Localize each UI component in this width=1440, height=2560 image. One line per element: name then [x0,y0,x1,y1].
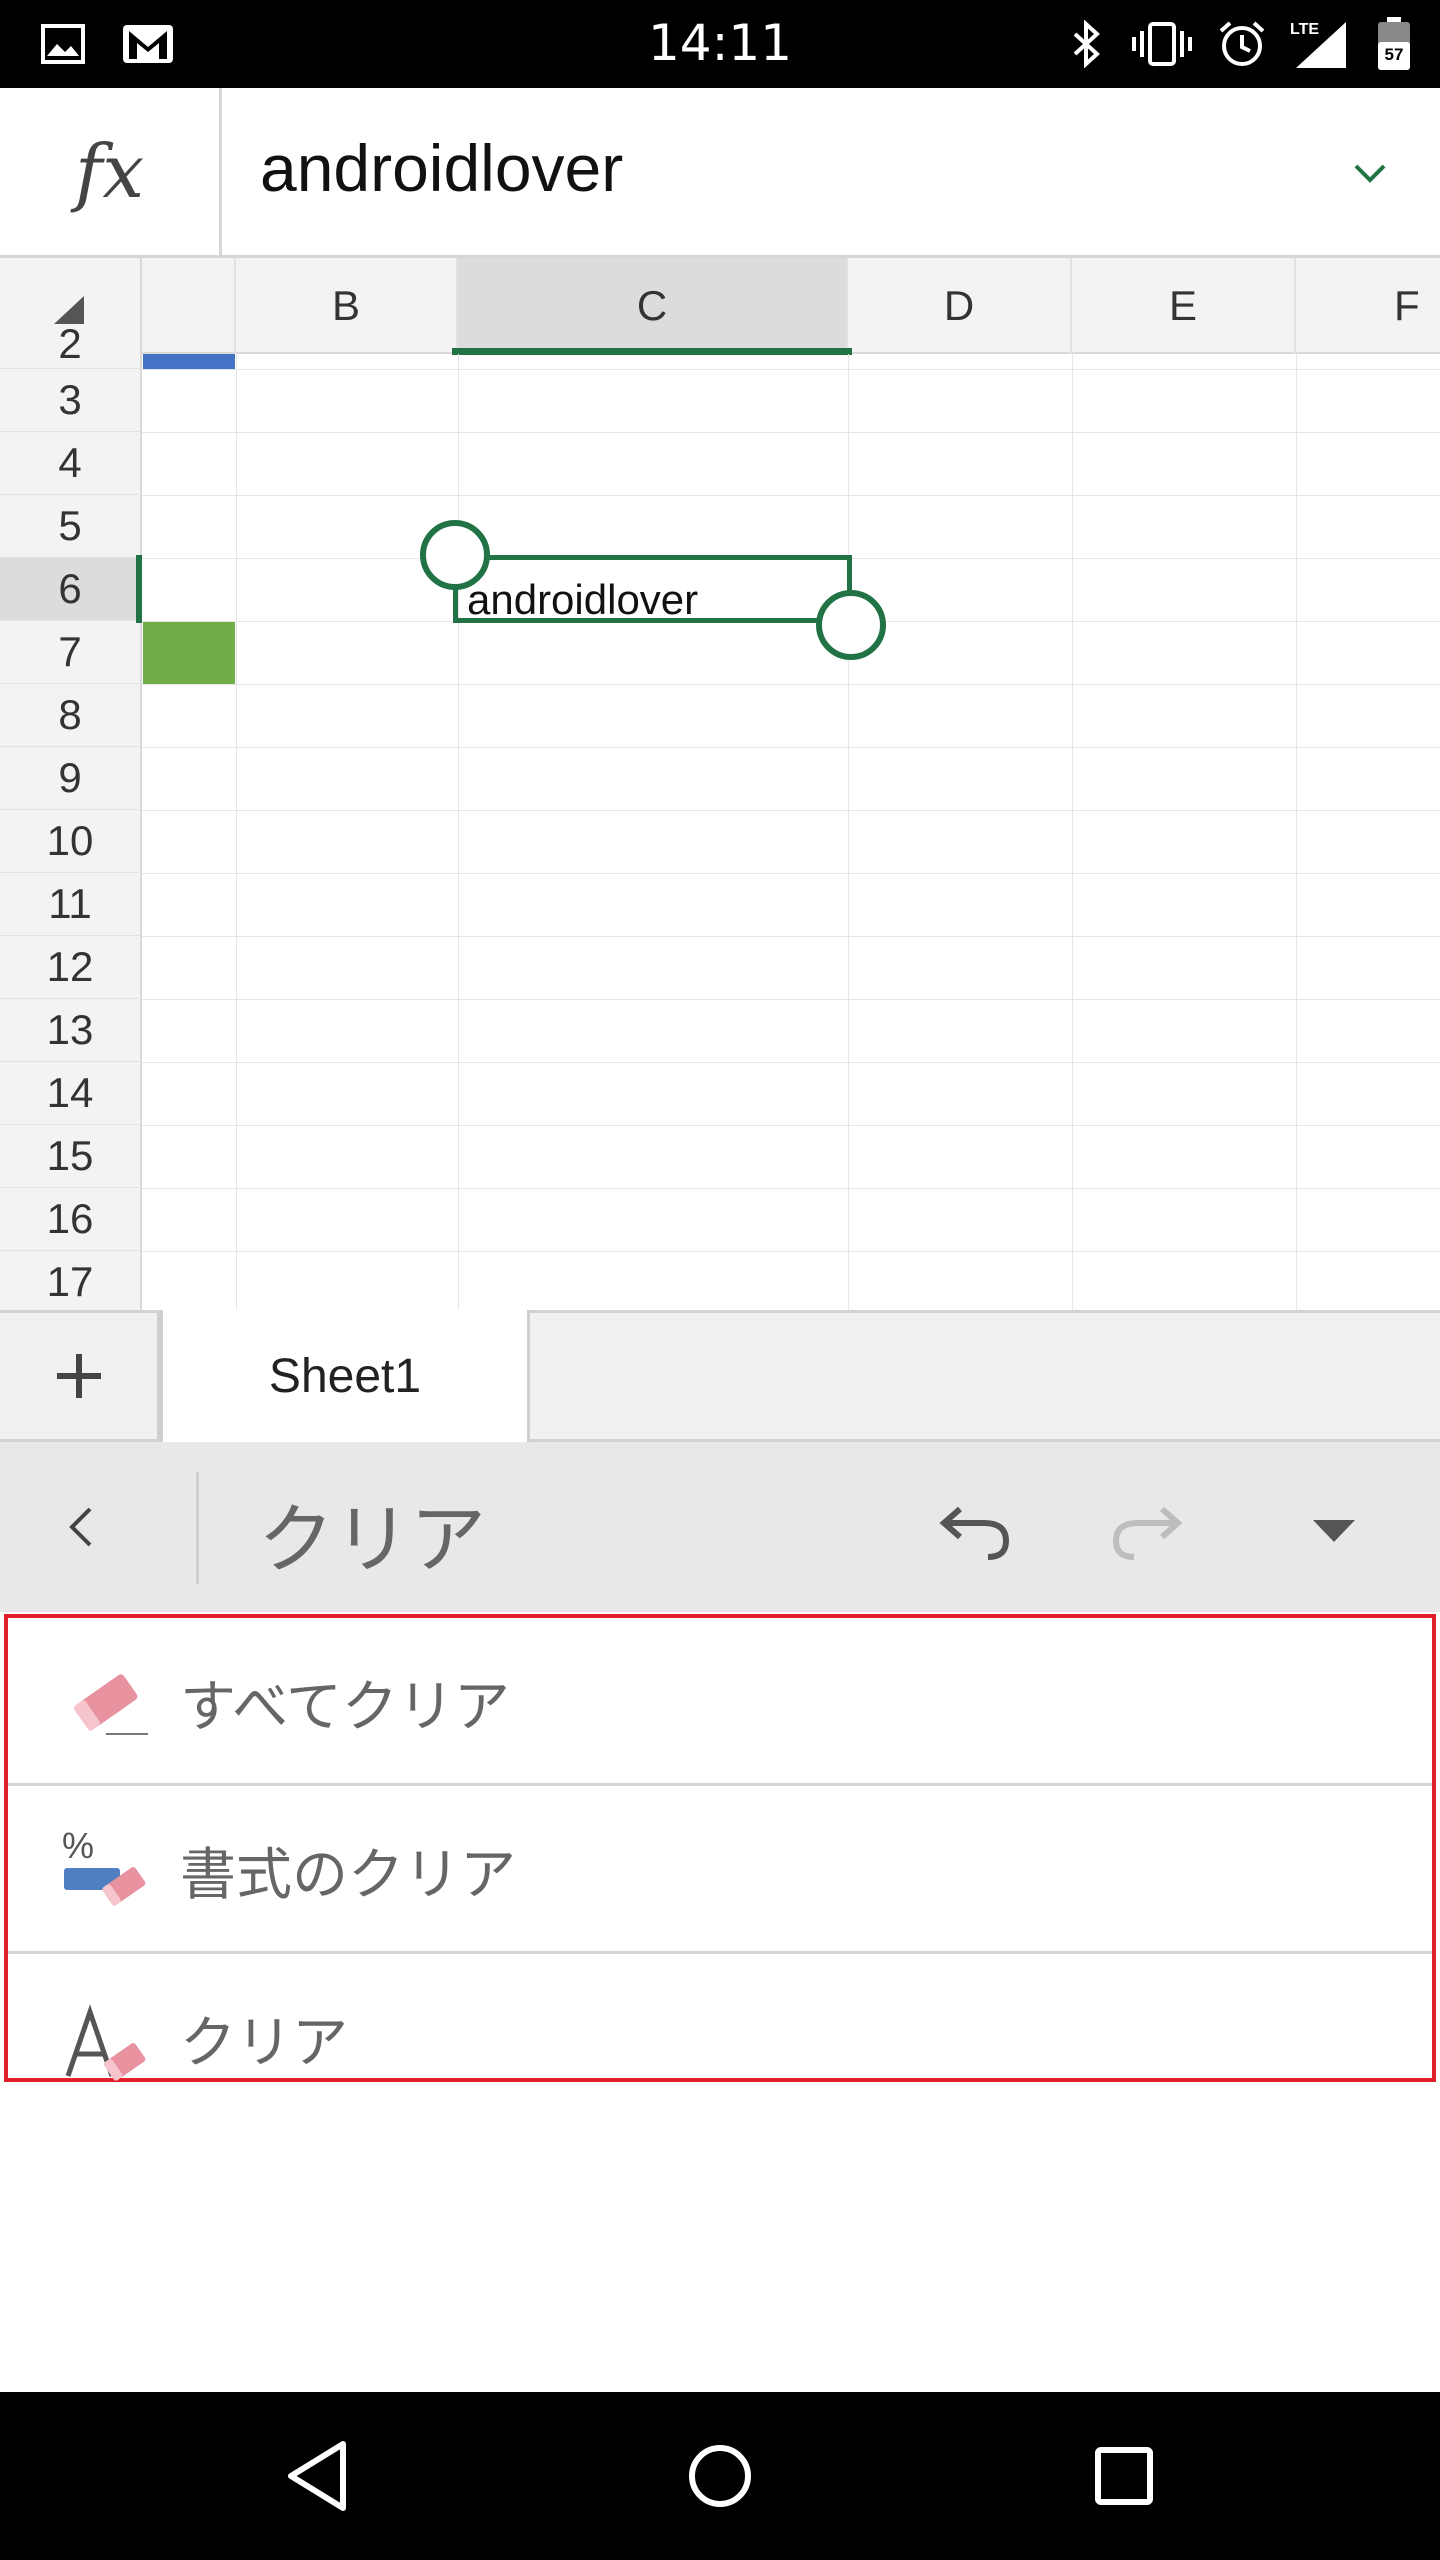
cell-a7-fill[interactable] [143,622,235,684]
menu-item-clear-contents[interactable]: クリア [8,1954,1432,2081]
redo-button[interactable] [1098,1482,1194,1578]
svg-text:%: % [62,1825,94,1866]
column-selection-indicator [452,348,852,355]
divider [196,1472,199,1584]
grid-line [142,1251,1440,1252]
row-header[interactable]: 4 [0,432,142,495]
undo-icon [939,1506,1010,1560]
battery-icon: 57 [1372,16,1416,72]
eraser-icon [62,1656,154,1748]
menu-item-label: 書式のクリア [180,1843,516,1908]
svg-text:LTE: LTE [1290,21,1319,38]
add-sheet-button[interactable] [0,1313,160,1439]
menu-item-label: クリア [180,2011,348,2076]
row-header[interactable]: 7 [0,621,142,684]
clear-format-icon: % [62,1824,154,1916]
menu-item-clear-format[interactable]: % 書式のクリア [8,1786,1432,1954]
grid-line [142,873,1440,874]
column-header-bar: B C D E F [0,258,1440,355]
column-header-c[interactable]: C [458,258,848,354]
grid-line [142,1062,1440,1063]
grid-line [142,1125,1440,1126]
grid-line [142,432,1440,433]
row-header[interactable]: 8 [0,684,142,747]
formula-bar: fx androidlover [0,88,1440,258]
home-icon[interactable] [670,2426,770,2526]
formula-input[interactable]: androidlover [260,130,623,206]
alarm-icon [1214,16,1270,72]
grid-line [848,354,849,1310]
row-header[interactable]: 3 [0,369,142,432]
grid-line [142,810,1440,811]
row-header[interactable]: 15 [0,1125,142,1188]
ribbon-title: クリア [258,1495,486,1584]
ribbon-collapse-button[interactable] [1286,1482,1382,1578]
clear-contents-icon [62,1992,154,2084]
caret-down-icon [1313,1520,1355,1542]
row-header[interactable]: 9 [0,747,142,810]
grid-line [1072,354,1073,1310]
row-selection-indicator [136,555,142,623]
row-header[interactable]: 11 [0,873,142,936]
undo-button[interactable] [928,1482,1024,1578]
grid-line [142,369,1440,370]
redo-icon [1112,1506,1183,1560]
grid-line [236,354,237,1310]
chevron-left-icon [69,1507,92,1547]
menu-item-clear-all[interactable]: すべてクリア [8,1618,1432,1786]
grid-line [142,495,1440,496]
grid-line [142,684,1440,685]
signal-icon: LTE [1288,16,1348,72]
recents-icon[interactable] [1074,2426,1174,2526]
chevron-down-icon[interactable] [1342,152,1398,196]
row-header[interactable]: 13 [0,999,142,1062]
cell-a2-fill[interactable] [143,354,235,369]
column-header-d[interactable]: D [848,258,1072,354]
fx-button[interactable]: fx [0,88,222,255]
plus-icon [56,1354,101,1398]
clear-options-menu: すべてクリア % 書式のクリア クリア [4,1614,1436,2082]
row-header[interactable]: 12 [0,936,142,999]
column-header-e[interactable]: E [1072,258,1296,354]
grid-line [142,999,1440,1000]
row-header[interactable]: 2 [0,320,142,369]
grid-line [142,1188,1440,1189]
row-header[interactable]: 10 [0,810,142,873]
active-cell-value: androidlover [467,576,699,623]
back-icon[interactable] [266,2426,366,2526]
sheet-tab-sheet1[interactable]: Sheet1 [160,1310,530,1442]
selection-handle-bottom-right[interactable] [816,590,886,660]
sheet-tab-bar: Sheet1 [0,1310,1440,1442]
row-header[interactable]: 5 [0,495,142,558]
column-header-f[interactable]: F [1296,258,1440,354]
row-header-selected[interactable]: 6 [0,558,142,621]
bluetooth-icon [1066,16,1106,72]
grid-line [142,747,1440,748]
row-header[interactable]: 14 [0,1062,142,1125]
row-header[interactable]: 17 [0,1251,142,1310]
grid-line [142,936,1440,937]
column-header-b[interactable]: B [236,258,458,354]
grid-line [1296,354,1297,1310]
navigation-bar [0,2392,1440,2560]
grid-line [458,354,459,1310]
vibrate-icon [1128,16,1196,72]
column-header-a[interactable] [142,258,236,354]
menu-item-label: すべてクリア [180,1675,510,1740]
selection-handle-top-left[interactable] [420,520,490,590]
svg-text:57: 57 [1385,45,1404,64]
ribbon-header: クリア [0,1442,1440,1612]
row-header[interactable]: 16 [0,1188,142,1251]
back-button[interactable] [40,1492,120,1562]
status-bar: 14:11 LTE 57 [0,0,1440,88]
spreadsheet-grid[interactable]: B C D E F 2 3 4 5 6 7 8 9 10 11 12 13 14… [0,258,1440,1310]
